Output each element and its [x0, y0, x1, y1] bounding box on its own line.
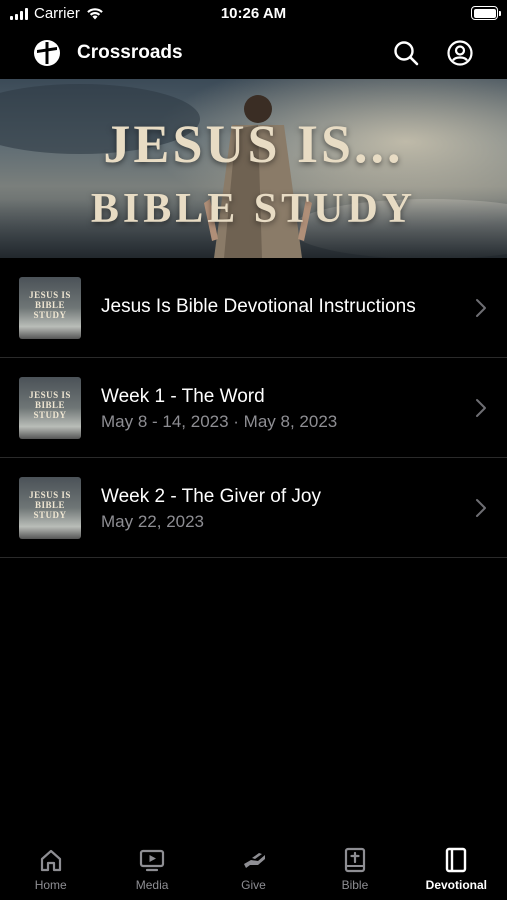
- chevron-right-icon: [476, 399, 486, 417]
- chevron-right-icon: [476, 299, 486, 317]
- thumbnail-text: JESUS IS: [29, 490, 71, 500]
- tab-home[interactable]: Home: [0, 842, 101, 900]
- app-header: Crossroads: [0, 30, 507, 78]
- media-icon: [140, 849, 165, 872]
- status-bar: Carrier 10:26 AM: [0, 0, 507, 30]
- give-icon: [243, 853, 265, 868]
- battery-icon: [471, 6, 501, 20]
- tab-bar: Home Media Give Bible Devotional: [0, 842, 507, 900]
- tab-label: Bible: [341, 878, 369, 892]
- tab-label: Give: [241, 878, 266, 892]
- tab-devotional[interactable]: Devotional: [406, 842, 507, 900]
- search-icon: [394, 41, 419, 66]
- thumbnail-text: BIBLE: [34, 300, 65, 310]
- devotional-list: JESUS IS BIBLE STUDY Jesus Is Bible Devo…: [0, 258, 507, 558]
- home-icon: [40, 849, 61, 872]
- profile-button[interactable]: [445, 38, 475, 68]
- devotional-icon: [446, 847, 467, 873]
- thumbnail-text: BIBLE: [34, 400, 65, 410]
- item-text: Jesus Is Bible Devotional Instructions: [101, 296, 447, 318]
- hero-title-line1: JESUS IS...: [103, 114, 404, 174]
- item-text: Week 1 - The Word May 8 - 14, 2023 · May…: [101, 386, 447, 432]
- tab-give[interactable]: Give: [203, 842, 304, 900]
- search-button[interactable]: [391, 38, 421, 68]
- status-time: 10:26 AM: [220, 5, 287, 22]
- tab-bible[interactable]: Bible: [304, 842, 405, 900]
- profile-icon: [447, 40, 473, 66]
- item-thumbnail: JESUS IS BIBLE STUDY: [19, 377, 81, 439]
- bible-icon: [344, 847, 366, 873]
- list-item[interactable]: JESUS IS BIBLE STUDY Week 2 - The Giver …: [0, 458, 507, 558]
- hero-banner: JESUS IS... BIBLE STUDY: [0, 79, 507, 258]
- item-title: Jesus Is Bible Devotional Instructions: [101, 296, 416, 317]
- thumbnail-text: BIBLE: [34, 500, 65, 510]
- item-subtitle: May 22, 2023: [101, 512, 205, 531]
- crossroads-logo-icon: [34, 40, 60, 66]
- thumbnail-text: STUDY: [33, 510, 67, 520]
- thumbnail-text: JESUS IS: [29, 390, 71, 400]
- thumbnail-text: STUDY: [33, 310, 67, 320]
- app-title: Crossroads: [77, 42, 183, 63]
- thumbnail-text: STUDY: [33, 410, 67, 420]
- chevron-right-icon: [476, 499, 486, 517]
- item-subtitle: May 8 - 14, 2023 · May 8, 2023: [101, 412, 338, 431]
- item-text: Week 2 - The Giver of Joy May 22, 2023: [101, 486, 447, 532]
- item-title: Week 1 - The Word: [101, 386, 265, 407]
- item-thumbnail: JESUS IS BIBLE STUDY: [19, 477, 81, 539]
- tab-media[interactable]: Media: [101, 842, 202, 900]
- tab-label: Devotional: [425, 878, 487, 892]
- list-item[interactable]: JESUS IS BIBLE STUDY Jesus Is Bible Devo…: [0, 258, 507, 358]
- thumbnail-text: JESUS IS: [29, 290, 71, 300]
- list-item[interactable]: JESUS IS BIBLE STUDY Week 1 - The Word M…: [0, 358, 507, 458]
- item-thumbnail: JESUS IS BIBLE STUDY: [19, 277, 81, 339]
- tab-label: Home: [34, 878, 67, 892]
- hero-title-line2: BIBLE STUDY: [90, 186, 417, 232]
- tab-label: Media: [135, 878, 169, 892]
- item-title: Week 2 - The Giver of Joy: [101, 486, 321, 507]
